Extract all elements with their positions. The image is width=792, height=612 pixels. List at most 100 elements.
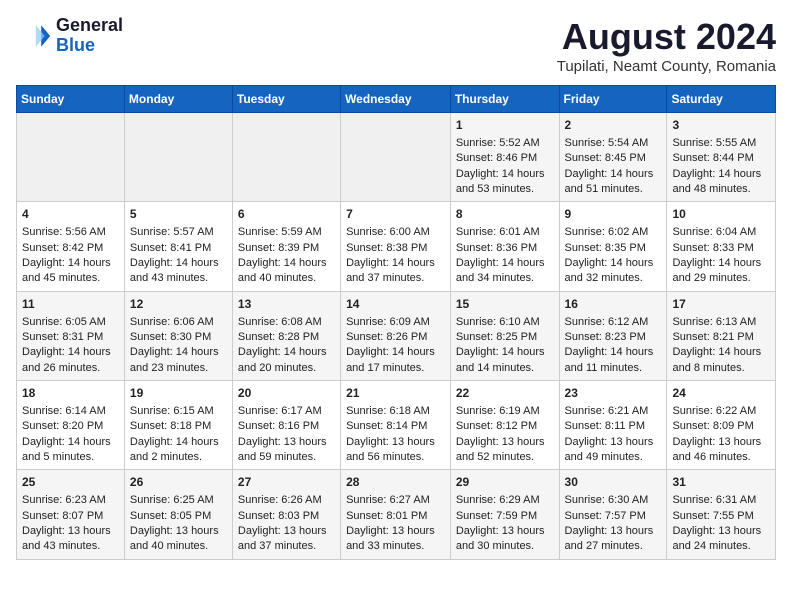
cell-text: Daylight: 13 hours — [565, 524, 662, 539]
cell-text: Sunset: 8:11 PM — [565, 419, 662, 434]
day-number: 14 — [346, 296, 445, 313]
day-number: 2 — [565, 117, 662, 134]
cell-text: Daylight: 14 hours — [456, 256, 554, 271]
cell-text: Daylight: 14 hours — [565, 345, 662, 360]
cell-text: Daylight: 14 hours — [130, 435, 227, 450]
day-number: 6 — [238, 206, 335, 223]
cell-text: Sunset: 8:36 PM — [456, 241, 554, 256]
cell-text: Daylight: 13 hours — [456, 524, 554, 539]
cell-text: Daylight: 14 hours — [456, 345, 554, 360]
cell-text: Sunset: 8:12 PM — [456, 419, 554, 434]
day-number: 18 — [22, 385, 119, 402]
cell-text: Sunrise: 5:56 AM — [22, 225, 119, 240]
calendar-cell: 20 Sunrise: 6:17 AMSunset: 8:16 PMDayligh… — [232, 381, 340, 470]
cell-text: Sunrise: 6:17 AM — [238, 404, 335, 419]
cell-text: and 59 minutes. — [238, 450, 335, 465]
calendar-cell: 24Sunrise: 6:22 AMSunset: 8:09 PMDayligh… — [667, 381, 776, 470]
cell-text: Sunrise: 6:22 AM — [672, 404, 770, 419]
calendar-cell: 19 Sunrise: 6:15 AMSunset: 8:18 PMDayligh… — [124, 381, 232, 470]
cell-text: and 2 minutes. — [130, 450, 227, 465]
calendar-cell: 29Sunrise: 6:29 AMSunset: 7:59 PMDayligh… — [450, 470, 559, 559]
cell-text: Sunrise: 6:23 AM — [22, 493, 119, 508]
cell-text: Sunset: 8:07 PM — [22, 509, 119, 524]
calendar-cell — [124, 113, 232, 202]
logo-icon — [16, 18, 52, 54]
calendar-cell: 2Sunrise: 5:54 AMSunset: 8:45 PMDaylight… — [559, 113, 667, 202]
cell-text: Sunrise: 6:01 AM — [456, 225, 554, 240]
cell-text: Sunrise: 6:29 AM — [456, 493, 554, 508]
logo-general: General — [56, 16, 123, 36]
calendar-cell: 22Sunrise: 6:19 AMSunset: 8:12 PMDayligh… — [450, 381, 559, 470]
cell-text: Sunset: 8:33 PM — [672, 241, 770, 256]
calendar-cell: 23Sunrise: 6:21 AMSunset: 8:11 PMDayligh… — [559, 381, 667, 470]
day-header-saturday: Saturday — [667, 86, 776, 113]
day-number: 17 — [672, 296, 770, 313]
day-number: 15 — [456, 296, 554, 313]
calendar-week-2: 4Sunrise: 5:56 AMSunset: 8:42 PMDaylight… — [17, 202, 776, 291]
day-number: 28 — [346, 474, 445, 491]
cell-text: Sunset: 8:46 PM — [456, 151, 554, 166]
calendar-cell: 28Sunrise: 6:27 AMSunset: 8:01 PMDayligh… — [341, 470, 451, 559]
cell-text: Daylight: 13 hours — [672, 435, 770, 450]
cell-text: and 51 minutes. — [565, 182, 662, 197]
cell-text: Sunset: 8:03 PM — [238, 509, 335, 524]
calendar-cell: 10Sunrise: 6:04 AMSunset: 8:33 PMDayligh… — [667, 202, 776, 291]
cell-text: Daylight: 13 hours — [238, 524, 335, 539]
cell-text: Sunrise: 6:19 AM — [456, 404, 554, 419]
logo: General Blue — [16, 16, 123, 56]
cell-text: and 56 minutes. — [346, 450, 445, 465]
cell-text: Sunrise: 5:57 AM — [130, 225, 227, 240]
cell-text: Sunset: 8:38 PM — [346, 241, 445, 256]
cell-text: Sunrise: 6:31 AM — [672, 493, 770, 508]
day-number: 26 — [130, 474, 227, 491]
cell-text: Sunrise: 6:00 AM — [346, 225, 445, 240]
calendar-week-3: 11Sunrise: 6:05 AMSunset: 8:31 PMDayligh… — [17, 291, 776, 380]
cell-text: Sunrise: 6:18 AM — [346, 404, 445, 419]
cell-text: Sunset: 8:14 PM — [346, 419, 445, 434]
cell-text: Sunrise: 6:06 AM — [130, 315, 227, 330]
title-block: August 2024 Tupilati, Neamt County, Roma… — [557, 16, 776, 75]
cell-text: Sunrise: 6:15 AM — [130, 404, 227, 419]
cell-text: and 17 minutes. — [346, 361, 445, 376]
cell-text: Sunset: 8:28 PM — [238, 330, 335, 345]
cell-text: Sunset: 8:20 PM — [22, 419, 119, 434]
day-header-monday: Monday — [124, 86, 232, 113]
cell-text: Sunset: 8:16 PM — [238, 419, 335, 434]
cell-text: and 23 minutes. — [130, 361, 227, 376]
day-number: 9 — [565, 206, 662, 223]
cell-text: and 14 minutes. — [456, 361, 554, 376]
day-number: 23 — [565, 385, 662, 402]
calendar-cell: 25Sunrise: 6:23 AMSunset: 8:07 PMDayligh… — [17, 470, 125, 559]
cell-text: Sunset: 8:18 PM — [130, 419, 227, 434]
calendar-cell: 11Sunrise: 6:05 AMSunset: 8:31 PMDayligh… — [17, 291, 125, 380]
cell-text: Daylight: 14 hours — [22, 435, 119, 450]
cell-text: Daylight: 14 hours — [346, 345, 445, 360]
calendar-cell: 30Sunrise: 6:30 AMSunset: 7:57 PMDayligh… — [559, 470, 667, 559]
day-number: 20 — [238, 385, 335, 402]
calendar-cell: 17Sunrise: 6:13 AMSunset: 8:21 PMDayligh… — [667, 291, 776, 380]
calendar-cell: 26Sunrise: 6:25 AMSunset: 8:05 PMDayligh… — [124, 470, 232, 559]
day-number: 19 — [130, 385, 227, 402]
calendar-cell: 4Sunrise: 5:56 AMSunset: 8:42 PMDaylight… — [17, 202, 125, 291]
cell-text: Sunrise: 6:26 AM — [238, 493, 335, 508]
calendar-cell — [17, 113, 125, 202]
calendar-table: SundayMondayTuesdayWednesdayThursdayFrid… — [16, 85, 776, 560]
day-number: 24 — [672, 385, 770, 402]
cell-text: Daylight: 14 hours — [130, 345, 227, 360]
cell-text: Daylight: 14 hours — [22, 256, 119, 271]
cell-text: Daylight: 13 hours — [238, 435, 335, 450]
calendar-cell: 6Sunrise: 5:59 AMSunset: 8:39 PMDaylight… — [232, 202, 340, 291]
cell-text: Daylight: 14 hours — [346, 256, 445, 271]
cell-text: Sunrise: 6:14 AM — [22, 404, 119, 419]
calendar-cell: 13Sunrise: 6:08 AMSunset: 8:28 PMDayligh… — [232, 291, 340, 380]
calendar-cell — [232, 113, 340, 202]
calendar-cell: 9Sunrise: 6:02 AMSunset: 8:35 PMDaylight… — [559, 202, 667, 291]
page-header: General Blue August 2024 Tupilati, Neamt… — [16, 16, 776, 75]
day-number: 1 — [456, 117, 554, 134]
calendar-cell: 3Sunrise: 5:55 AMSunset: 8:44 PMDaylight… — [667, 113, 776, 202]
cell-text: Daylight: 14 hours — [672, 256, 770, 271]
cell-text: Sunset: 8:44 PM — [672, 151, 770, 166]
cell-text: and 29 minutes. — [672, 271, 770, 286]
cell-text: and 5 minutes. — [22, 450, 119, 465]
cell-text: and 34 minutes. — [456, 271, 554, 286]
